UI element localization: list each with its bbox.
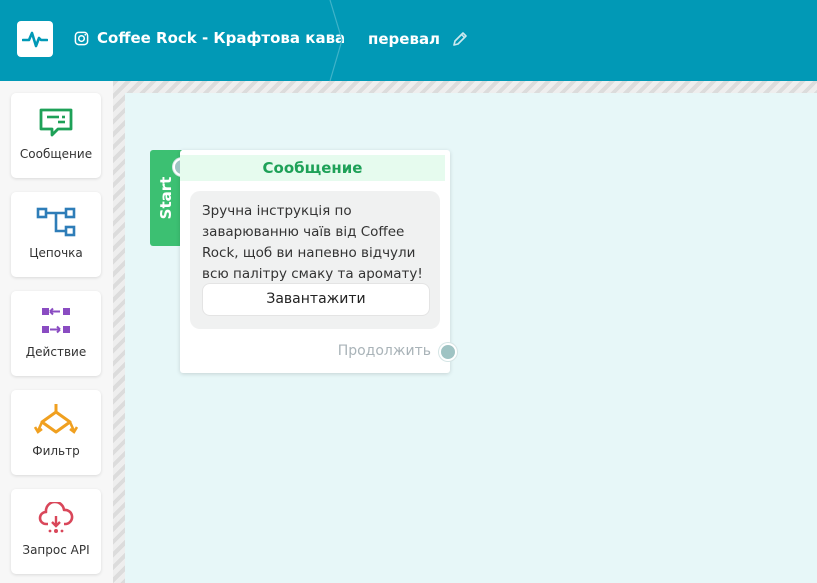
message-icon	[39, 108, 73, 137]
chain-icon	[36, 207, 76, 237]
tool-action-label: Действие	[25, 345, 87, 359]
tool-message-label: Сообщение	[19, 147, 93, 161]
message-node[interactable]: Сообщение Зручна інструкція по заварюван…	[173, 150, 457, 373]
instagram-icon	[74, 31, 89, 45]
tool-filter-label: Фильтр	[32, 444, 80, 458]
message-bubble[interactable]: Зручна інструкція по заварюванню чаїв ві…	[190, 191, 440, 329]
tools-sidebar: Сообщение Цепочка Действие Фильтр Запрос…	[0, 81, 113, 583]
action-icon	[42, 307, 70, 334]
message-text: Зручна інструкція по заварюванню чаїв ві…	[202, 203, 423, 282]
tool-message[interactable]: Сообщение	[11, 93, 101, 178]
tool-chain[interactable]: Цепочка	[11, 192, 101, 277]
tool-filter[interactable]: Фильтр	[11, 390, 101, 475]
flow-name-text: перевал	[368, 30, 441, 48]
tool-chain-label: Цепочка	[29, 246, 83, 260]
account-name: Coffee Rock - Крафтова кава	[97, 29, 346, 47]
api-request-icon	[38, 502, 74, 533]
breadcrumb-separator	[329, 0, 343, 81]
account-selector[interactable]: Coffee Rock - Крафтова кава	[74, 29, 345, 47]
app-logo[interactable]	[17, 21, 53, 57]
top-header: Coffee Rock - Крафтова кава перевал	[0, 0, 817, 81]
node-output-port[interactable]	[439, 343, 457, 361]
tool-action[interactable]: Действие	[11, 291, 101, 376]
pulse-logo-icon	[22, 31, 48, 48]
start-label: Start	[157, 176, 175, 220]
flow-title[interactable]: перевал	[368, 30, 468, 48]
tool-api-request[interactable]: Запрос API	[11, 489, 101, 574]
download-button[interactable]: Завантажити	[202, 283, 430, 316]
continue-label: Продолжить	[337, 343, 431, 359]
node-title: Сообщение	[180, 155, 445, 181]
filter-icon	[34, 404, 78, 434]
tool-api-request-label: Запрос API	[22, 543, 90, 557]
pencil-icon[interactable]	[452, 31, 468, 47]
